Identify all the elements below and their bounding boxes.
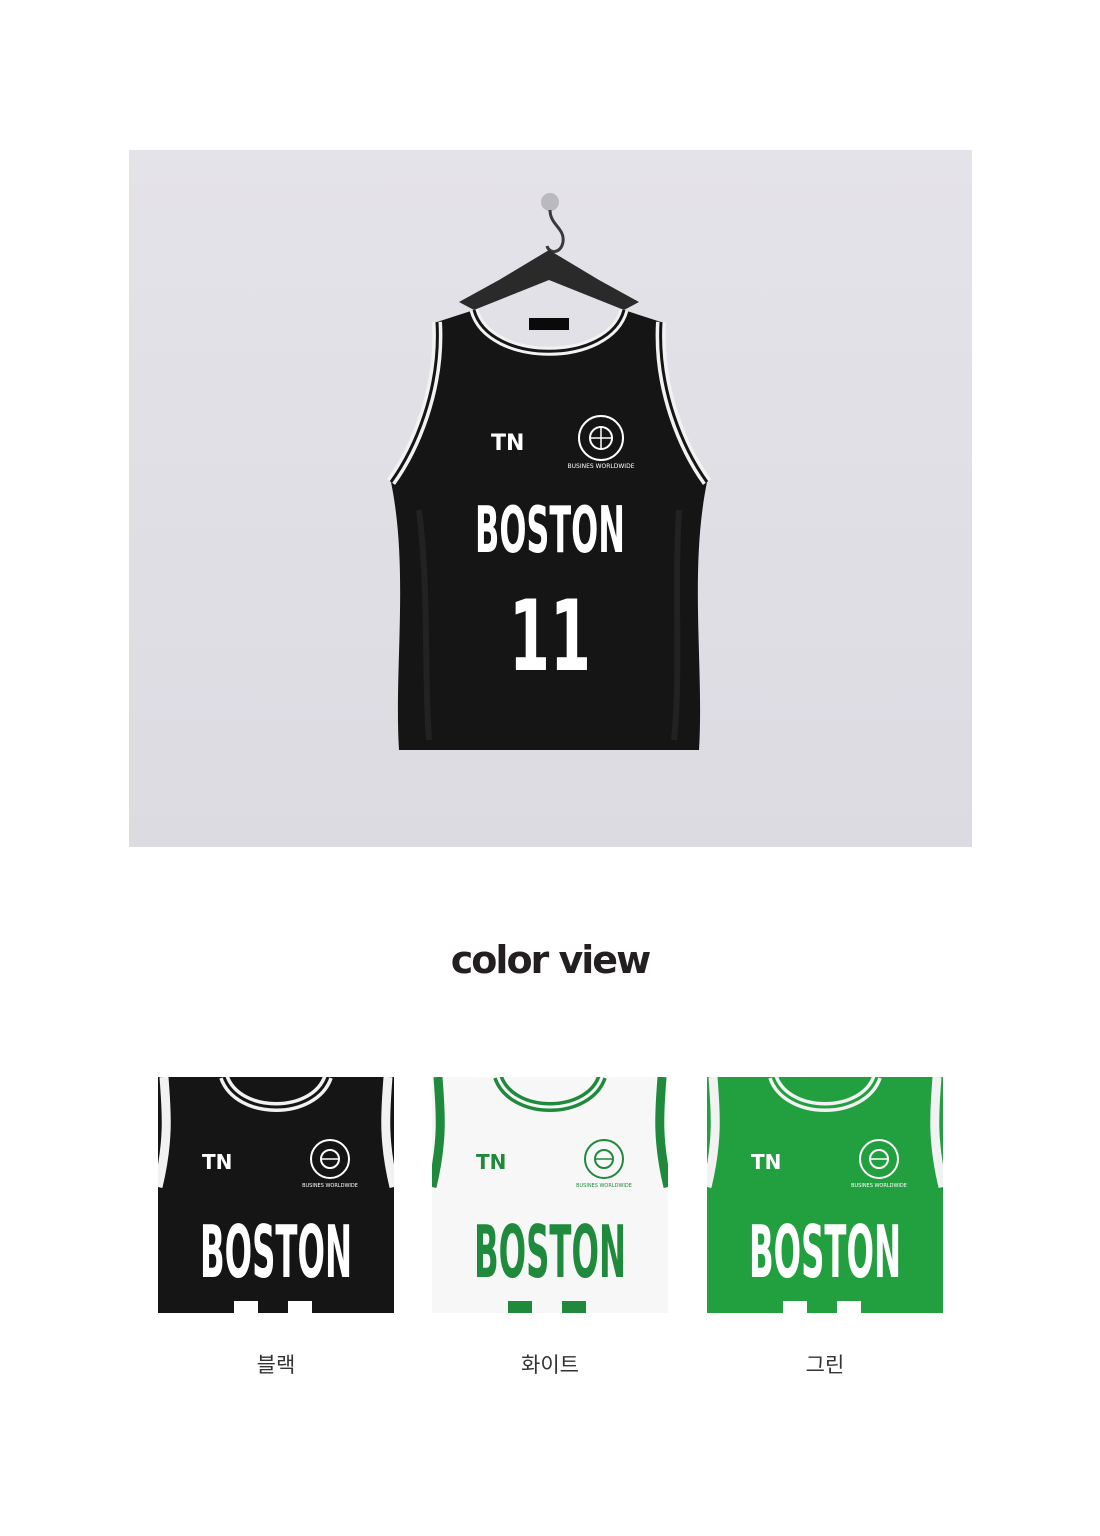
jersey-team-name: BOSTON bbox=[200, 1210, 352, 1294]
color-swatch-black[interactable]: TN BUSINES WORLDWIDE BOSTON bbox=[158, 1077, 394, 1313]
swatch-jersey-black: TN BUSINES WORLDWIDE BOSTON bbox=[158, 1077, 394, 1313]
color-label-black: 블랙 bbox=[256, 1353, 296, 1377]
jersey-number-fragment bbox=[837, 1301, 861, 1313]
swatch-jersey-green: TN BUSINES WORLDWIDE BOSTON bbox=[707, 1077, 943, 1313]
color-swatch-white[interactable]: TN BUSINES WORLDWIDE BOSTON bbox=[432, 1077, 668, 1313]
brand-logo-icon: TN bbox=[751, 1150, 781, 1174]
hero-jersey-illustration: TN BUSINES WORLDWIDE BOSTON 11 bbox=[386, 193, 712, 750]
jersey-team-name: BOSTON bbox=[749, 1210, 901, 1294]
jersey-team-name: BOSTON bbox=[475, 494, 625, 568]
brand-logo-icon: TN bbox=[202, 1150, 232, 1174]
jersey-number-fragment bbox=[288, 1301, 312, 1313]
badge-text: BUSINES WORLDWIDE bbox=[302, 1183, 358, 1189]
wall-hook-icon bbox=[541, 193, 559, 211]
jersey-number-fragment bbox=[783, 1301, 807, 1313]
hanger-hook-icon bbox=[545, 209, 565, 253]
hero-product-image: TN BUSINES WORLDWIDE BOSTON 11 bbox=[129, 150, 972, 847]
brand-logo-icon: TN bbox=[476, 1150, 506, 1174]
jersey-number-fragment bbox=[562, 1301, 586, 1313]
color-label-green: 그린 bbox=[805, 1353, 845, 1377]
badge-text: BUSINES WORLDWIDE bbox=[568, 463, 635, 470]
jersey-team-name: BOSTON bbox=[474, 1210, 626, 1294]
hanger-icon bbox=[459, 250, 639, 310]
badge-text: BUSINES WORLDWIDE bbox=[576, 1183, 632, 1189]
badge-text: BUSINES WORLDWIDE bbox=[851, 1183, 907, 1189]
color-view-title: color view bbox=[450, 938, 651, 982]
jersey-number-fragment bbox=[508, 1301, 532, 1313]
color-swatch-green[interactable]: TN BUSINES WORLDWIDE BOSTON bbox=[707, 1077, 943, 1313]
color-label-white: 화이트 bbox=[521, 1353, 579, 1377]
jersey-number-fragment bbox=[234, 1301, 258, 1313]
brand-logo-icon: TN bbox=[491, 431, 524, 456]
swatch-jersey-white: TN BUSINES WORLDWIDE BOSTON bbox=[432, 1077, 668, 1313]
jersey-number: 11 bbox=[509, 580, 591, 694]
